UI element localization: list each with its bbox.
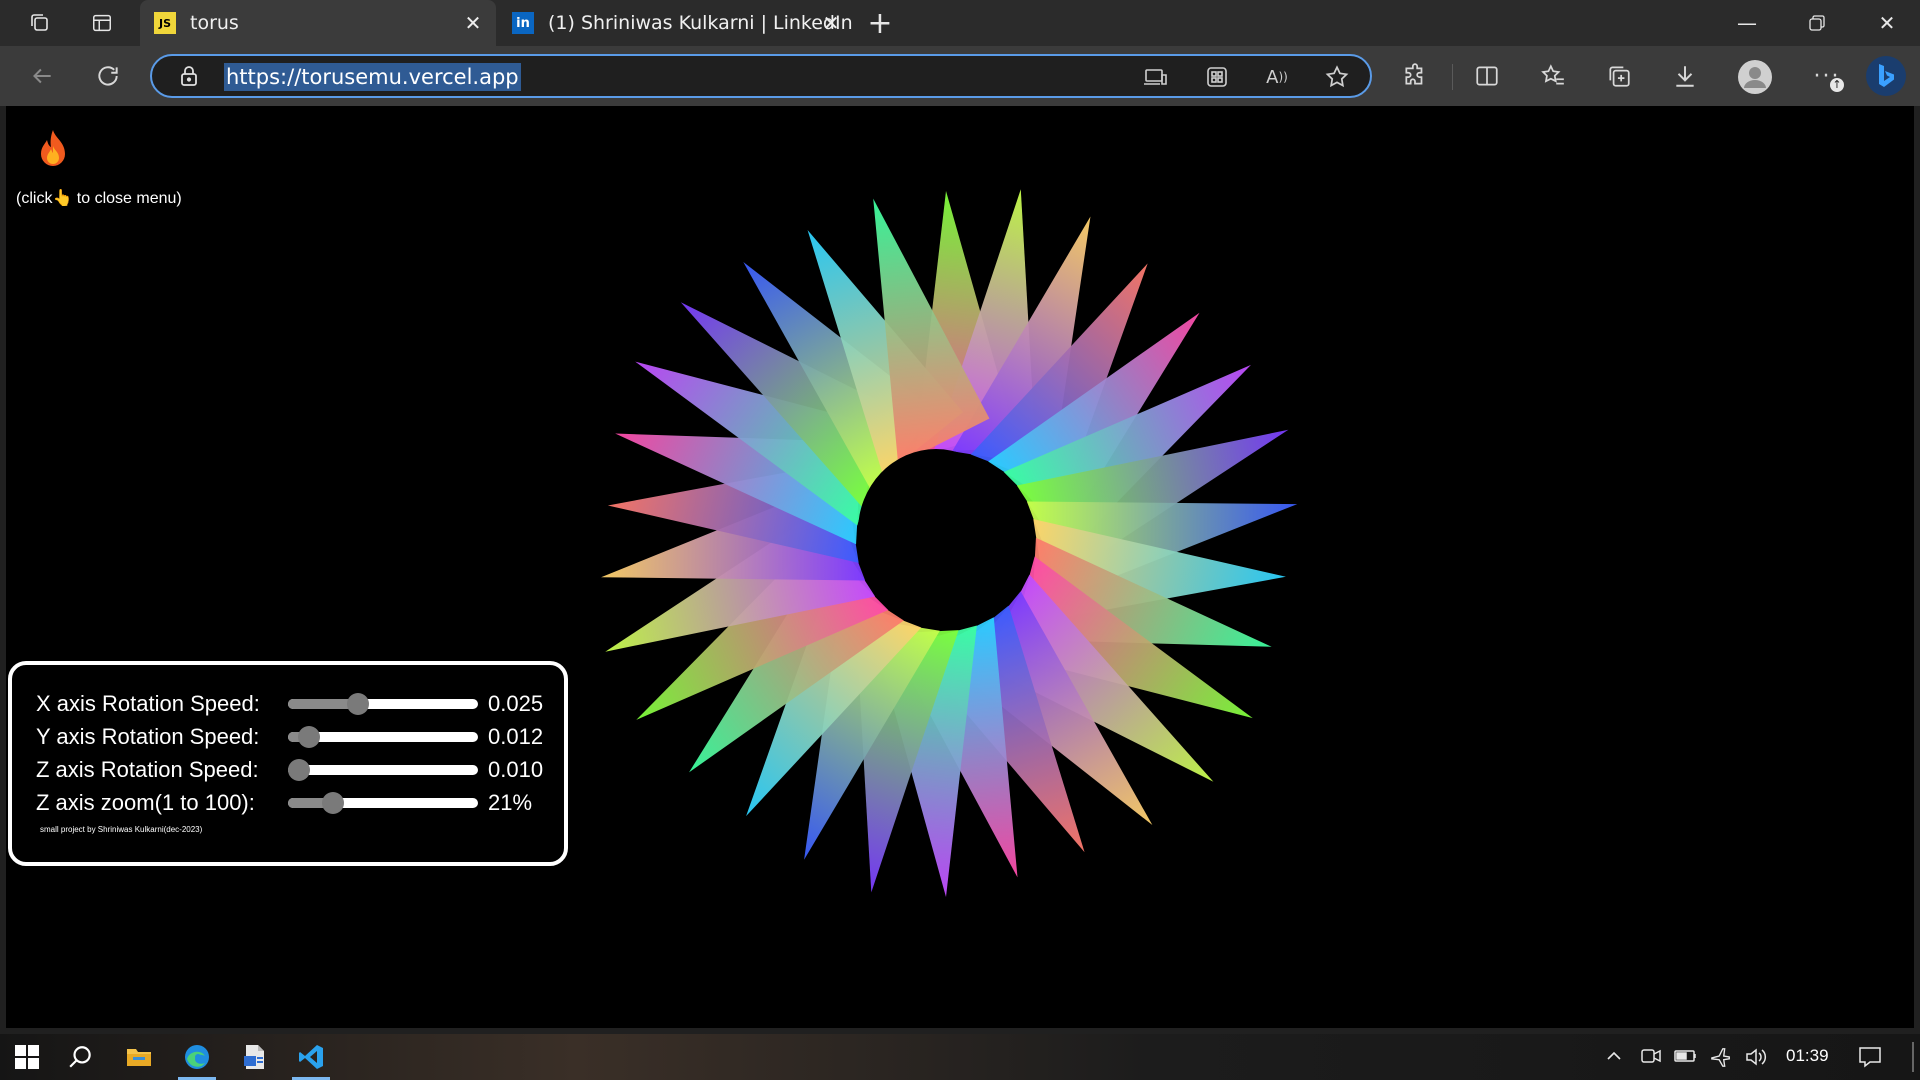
- file-explorer-icon[interactable]: [124, 1042, 154, 1072]
- z-rotation-slider[interactable]: [288, 759, 478, 781]
- edge-browser-icon[interactable]: [178, 1042, 216, 1080]
- downloads-icon[interactable]: [1670, 61, 1700, 91]
- address-bar[interactable]: https://torusemu.vercel.app A)): [150, 54, 1372, 98]
- javascript-icon: JS: [154, 12, 176, 34]
- control-label: X axis Rotation Speed:: [36, 691, 260, 716]
- collections-icon[interactable]: [1604, 61, 1634, 91]
- z-zoom-control: Z axis zoom(1 to 100): 21%: [36, 788, 556, 818]
- z-rotation-control: Z axis Rotation Speed: 0.010: [36, 755, 556, 785]
- control-label: Z axis zoom(1 to 100):: [36, 790, 255, 815]
- close-window-icon[interactable]: ✕: [1852, 0, 1920, 46]
- close-tab-icon[interactable]: ✕: [462, 12, 484, 34]
- notifications-icon[interactable]: [1858, 1046, 1882, 1072]
- control-value: 0.012: [488, 724, 544, 749]
- document-app-icon[interactable]: [240, 1042, 270, 1072]
- control-label: Z axis Rotation Speed:: [36, 757, 259, 782]
- close-tab-icon[interactable]: ✕: [820, 12, 842, 34]
- credit-text: small project by Shriniwas Kulkarni(dec-…: [40, 825, 203, 834]
- slider-thumb[interactable]: [298, 726, 321, 748]
- battery-icon[interactable]: [1674, 1046, 1698, 1070]
- new-tab-icon[interactable]: +: [866, 6, 894, 41]
- refresh-icon[interactable]: [92, 60, 124, 92]
- favorites-icon[interactable]: [1538, 61, 1568, 91]
- vscode-icon[interactable]: [292, 1042, 330, 1080]
- minimize-icon[interactable]: —: [1712, 0, 1782, 46]
- profile-avatar-icon[interactable]: [1738, 60, 1772, 94]
- update-badge-icon: ↑: [1830, 78, 1844, 92]
- volume-icon[interactable]: [1744, 1046, 1768, 1072]
- x-rotation-slider[interactable]: [288, 693, 478, 715]
- qr-code-icon[interactable]: [1202, 62, 1232, 92]
- z-zoom-slider[interactable]: [288, 792, 478, 814]
- restore-icon[interactable]: [1782, 0, 1852, 46]
- controls-panel: X axis Rotation Speed: 0.025 Y axis Rota…: [8, 661, 568, 866]
- lock-icon[interactable]: [178, 64, 200, 92]
- url-text[interactable]: https://torusemu.vercel.app: [224, 63, 521, 91]
- camera-icon[interactable]: [1640, 1046, 1662, 1070]
- read-aloud-icon[interactable]: A)): [1262, 62, 1292, 92]
- bing-chat-icon[interactable]: [1866, 56, 1906, 96]
- windows-start-icon[interactable]: [12, 1042, 42, 1072]
- page-viewport: (click👆 to close menu) X axis Rotation S…: [6, 106, 1914, 1028]
- airplane-mode-icon[interactable]: [1710, 1046, 1732, 1072]
- y-rotation-slider[interactable]: [288, 726, 478, 748]
- search-icon[interactable]: [66, 1042, 96, 1072]
- favorite-star-icon[interactable]: [1322, 62, 1352, 92]
- y-rotation-control: Y axis Rotation Speed: 0.012: [36, 722, 556, 752]
- extensions-icon[interactable]: [1400, 61, 1430, 91]
- taskbar-clock[interactable]: 01:39: [1786, 1046, 1829, 1066]
- control-value: 0.010: [488, 757, 544, 782]
- chevron-up-icon[interactable]: [1604, 1046, 1624, 1070]
- x-rotation-control: X axis Rotation Speed: 0.025: [36, 689, 556, 719]
- torus-hole: [858, 449, 1014, 613]
- fire-icon[interactable]: [36, 128, 70, 168]
- app-available-icon[interactable]: [1140, 62, 1170, 92]
- browser-toolbar: https://torusemu.vercel.app A)) ··· ↑: [0, 46, 1920, 106]
- linkedin-icon: in: [512, 12, 534, 34]
- tab-torus[interactable]: JS torus ✕: [140, 0, 496, 46]
- show-desktop-button[interactable]: [1912, 1042, 1914, 1072]
- menu-toggle-hint[interactable]: (click👆 to close menu): [16, 188, 182, 208]
- slider-thumb[interactable]: [346, 693, 369, 715]
- taskbar: 01:39: [0, 1034, 1920, 1080]
- tab-linkedin[interactable]: in (1) Shriniwas Kulkarni | LinkedIn ✕: [498, 0, 854, 46]
- control-value: 0.025: [488, 691, 544, 716]
- torus-canvas: [601, 189, 1298, 898]
- tab-title: torus: [190, 12, 239, 34]
- back-icon[interactable]: [26, 60, 58, 92]
- tab-actions-icon[interactable]: [88, 9, 116, 37]
- slider-thumb[interactable]: [321, 792, 344, 814]
- control-label: Y axis Rotation Speed:: [36, 724, 260, 749]
- slider-thumb[interactable]: [288, 759, 310, 781]
- tab-title: (1) Shriniwas Kulkarni | LinkedIn: [548, 12, 853, 34]
- workspaces-icon[interactable]: [26, 9, 54, 37]
- toolbar-divider: [1452, 64, 1453, 90]
- control-value: 21%: [488, 790, 533, 815]
- tab-bar: JS torus ✕ in (1) Shriniwas Kulkarni | L…: [0, 0, 1920, 46]
- split-screen-icon[interactable]: [1472, 61, 1502, 91]
